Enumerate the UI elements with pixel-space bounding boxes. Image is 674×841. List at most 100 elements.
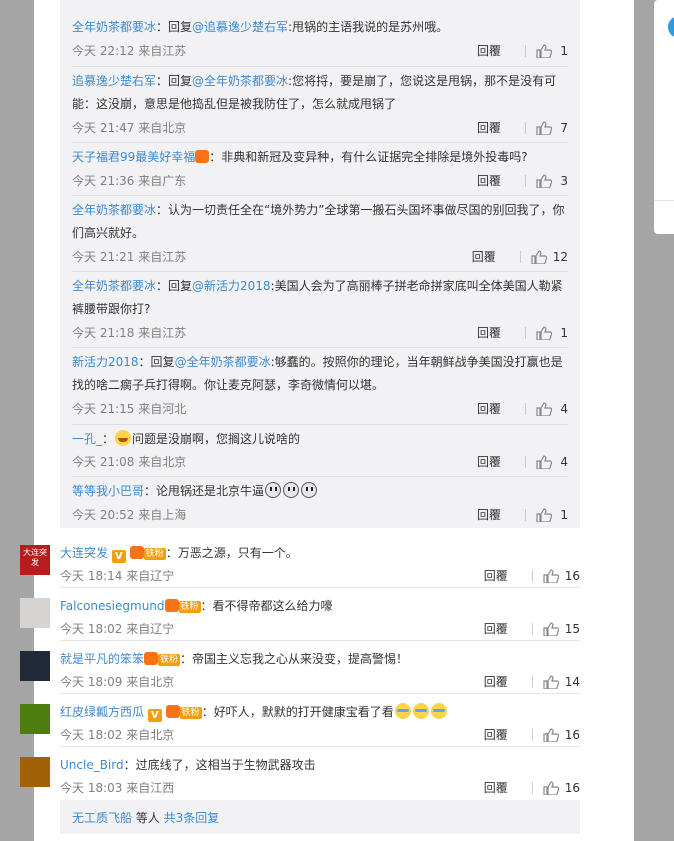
reply-button[interactable]: 回覆 (472, 248, 496, 265)
reply-author[interactable]: 全年奶茶都要冰 (72, 279, 156, 293)
thumbs-up-icon[interactable] (536, 173, 552, 188)
timestamp: 今天 21:21 来自江苏 (72, 250, 187, 264)
avatar[interactable] (20, 598, 50, 628)
like-count: 1 (560, 325, 568, 340)
reply-button[interactable]: 回覆 (484, 673, 508, 690)
thumbs-up-icon[interactable] (543, 780, 559, 795)
mention-link[interactable]: @追慕逸少楚右军 (192, 20, 288, 34)
reply-actions: 回覆 12 (472, 248, 568, 265)
divider (60, 587, 580, 588)
like-count: 7 (560, 120, 568, 135)
reply-button[interactable]: 回覆 (484, 779, 508, 796)
fan-badge: 铁粉 (158, 654, 181, 666)
comment-author[interactable]: 就是平凡的笨笨 (60, 652, 144, 666)
list-item: 全年奶茶都要冰：回复@追慕逸少楚右军:甩锅的主语我说的是苏州哦。 (72, 20, 449, 34)
divider (72, 271, 568, 272)
mention-link[interactable]: @新活力2018 (192, 279, 271, 293)
user-icon[interactable] (668, 16, 674, 38)
thumbs-up-icon[interactable] (543, 568, 559, 583)
reply-button[interactable]: 回覆 (477, 119, 501, 136)
thumbs-up-icon[interactable] (536, 507, 552, 522)
reply-button[interactable]: 回覆 (477, 506, 501, 523)
reply-actions: 回覆 1 (477, 324, 568, 341)
avatar[interactable] (20, 704, 50, 734)
thumbs-up-icon[interactable] (536, 43, 552, 58)
list-item: 全年奶茶都要冰：认为一切责任全在“境外势力”全球第一搬石头国坏事做尽国的别回我了… (72, 203, 565, 240)
timestamp: 今天 18:03 来自江西 (60, 781, 175, 795)
like-count: 12 (552, 249, 568, 264)
like-count: 14 (564, 674, 580, 689)
reply-author[interactable]: 无工质飞船 (72, 811, 132, 825)
fan-badge: 铁粉 (143, 548, 166, 560)
timestamp: 今天 18:02 来自北京 (60, 728, 175, 742)
list-item: 追慕逸少楚右军：回复@全年奶茶都要冰:您将捋，要是崩了，您说这是甩锅，那不是没有… (72, 74, 557, 111)
comment-actions: 回覆 16 (484, 726, 580, 743)
thumbs-up-icon[interactable] (536, 120, 552, 135)
comment-actions: 回覆 14 (484, 673, 580, 690)
reply-button[interactable]: 回覆 (477, 400, 501, 417)
divider (72, 66, 568, 67)
thumbs-up-icon[interactable] (536, 454, 552, 469)
comment-author[interactable]: Falconesiegmund (60, 599, 165, 613)
timestamp: 今天 21:15 来自河北 (72, 402, 187, 416)
vip-crown-icon (164, 599, 179, 612)
more-replies-bar: 无工质飞船 等人 共3条回复 (60, 800, 580, 834)
comment-author[interactable]: 红皮绿瓤方西瓜 (60, 705, 144, 719)
thumbs-up-icon[interactable] (543, 621, 559, 636)
reply-author[interactable]: 一孔_ (72, 432, 102, 446)
comment-author[interactable]: Uncle_Bird (60, 758, 124, 772)
timestamp: 今天 18:09 来自北京 (60, 675, 175, 689)
reply-button[interactable]: 回覆 (477, 42, 501, 59)
reply-button[interactable]: 回覆 (477, 172, 501, 189)
like-count: 16 (564, 780, 580, 795)
reply-author[interactable]: 追慕逸少楚右军 (72, 74, 156, 88)
reply-actions: 回覆 1 (477, 42, 568, 59)
laugh-emoji-icon (115, 430, 132, 446)
laugh-cry-emoji-icon (412, 703, 429, 719)
reply-actions: 回覆 3 (477, 172, 568, 189)
vip-crown-icon (129, 546, 144, 559)
reply-button[interactable]: 回覆 (484, 567, 508, 584)
side-divider (654, 200, 674, 201)
thumbs-up-icon[interactable] (536, 325, 552, 340)
timestamp: 今天 18:14 来自辽宁 (60, 569, 175, 583)
reply-actions: 回覆 1 (477, 506, 568, 523)
reply-button[interactable]: 回覆 (484, 620, 508, 637)
reply-button[interactable]: 回覆 (477, 324, 501, 341)
verified-icon: V (111, 550, 126, 563)
avatar[interactable] (20, 757, 50, 787)
vip-crown-icon (165, 705, 180, 718)
reply-author[interactable]: 全年奶茶都要冰 (72, 20, 156, 34)
reply-author[interactable]: 等等我小巴哥 (72, 484, 144, 498)
reply-author[interactable]: 天子福君99最美好幸福 (72, 150, 195, 164)
reply-author[interactable]: 全年奶茶都要冰 (72, 203, 156, 217)
avatar[interactable]: 大连突发 (20, 545, 50, 575)
thumbs-up-icon[interactable] (543, 727, 559, 742)
reply-author[interactable]: 新活力2018 (72, 355, 139, 369)
face-emoji-icon (265, 482, 282, 498)
divider (60, 693, 580, 694)
laugh-cry-emoji-icon (394, 703, 411, 719)
thumbs-up-icon[interactable] (531, 249, 547, 264)
mention-link[interactable]: @全年奶茶都要冰 (192, 74, 288, 88)
more-replies-link[interactable]: 共3条回复 (164, 811, 220, 825)
side-panel (654, 0, 674, 234)
like-count: 1 (560, 43, 568, 58)
reply-actions: 回覆 4 (477, 400, 568, 417)
timestamp: 今天 21:36 来自广东 (72, 174, 187, 188)
divider (72, 195, 568, 196)
like-count: 3 (560, 173, 568, 188)
reply-actions: 回覆 7 (477, 119, 568, 136)
mention-link[interactable]: @全年奶茶都要冰 (175, 355, 271, 369)
reply-button[interactable]: 回覆 (484, 726, 508, 743)
thumbs-up-icon[interactable] (543, 674, 559, 689)
fan-badge: 铁粉 (179, 707, 202, 719)
divider (72, 476, 568, 477)
comment-author[interactable]: 大连突发 (60, 546, 108, 560)
avatar[interactable] (20, 651, 50, 681)
reply-button[interactable]: 回覆 (477, 453, 501, 470)
like-count: 1 (560, 507, 568, 522)
thumbs-up-icon[interactable] (536, 401, 552, 416)
face-emoji-icon (283, 482, 300, 498)
like-count: 4 (560, 454, 568, 469)
